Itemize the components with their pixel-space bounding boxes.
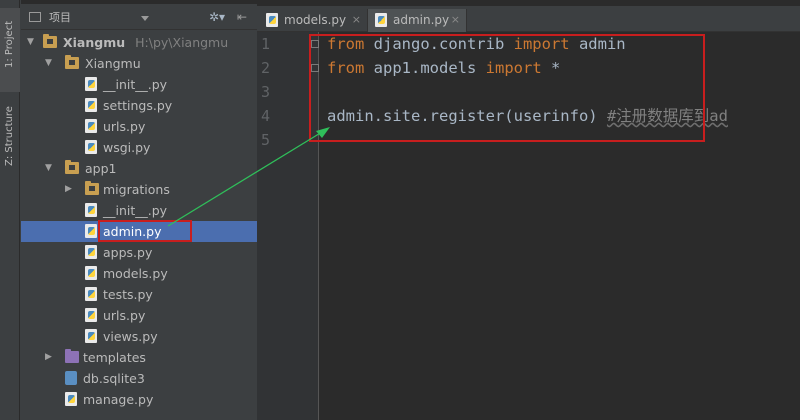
tab-label: admin.py xyxy=(393,13,450,27)
tree-item-migrations[interactable]: ▶ migrations xyxy=(21,179,257,200)
expand-arrow-icon[interactable]: ▼ xyxy=(45,53,52,74)
python-file-icon xyxy=(85,308,97,322)
tree-item-file[interactable]: settings.py xyxy=(21,95,257,116)
tree-item-app1-package[interactable]: ▼ app1 xyxy=(21,158,257,179)
python-file-icon xyxy=(85,77,97,91)
tree-item-label: __init__.py xyxy=(103,77,168,92)
chevron-down-icon xyxy=(141,16,149,21)
tree-item-label: tests.py xyxy=(103,287,153,302)
project-view-icon xyxy=(29,12,41,22)
expand-arrow-icon[interactable]: ▶ xyxy=(65,179,72,200)
python-file-icon xyxy=(85,266,97,280)
tree-item-file[interactable]: urls.py xyxy=(21,116,257,137)
tree-item-label: migrations xyxy=(103,182,170,197)
tree-item-file[interactable]: tests.py xyxy=(21,284,257,305)
admin-file-highlight-box xyxy=(98,220,192,242)
project-view-label: 项目 xyxy=(49,11,71,24)
python-file-icon xyxy=(85,329,97,343)
code-highlight-box xyxy=(309,34,705,142)
python-file-icon xyxy=(65,392,77,406)
folder-icon xyxy=(85,181,99,195)
tree-item-label: templates xyxy=(83,350,146,365)
tree-item-file[interactable]: models.py xyxy=(21,263,257,284)
tab-label: models.py xyxy=(284,13,347,27)
line-number: 1 xyxy=(260,35,270,53)
project-panel-header: 项目 ✲▾ ⇤ xyxy=(21,6,257,30)
tree-item-label: db.sqlite3 xyxy=(83,371,145,386)
line-number: 4 xyxy=(260,107,270,125)
tree-item-label: models.py xyxy=(103,266,168,281)
folder-icon xyxy=(43,34,57,48)
line-number: 2 xyxy=(260,59,270,77)
tree-item-path: H:\py\Xiangmu xyxy=(135,35,229,50)
python-file-icon xyxy=(85,287,97,301)
tree-item-label: settings.py xyxy=(103,98,173,113)
tab-admin-py[interactable]: admin.py × xyxy=(367,9,467,32)
python-file-icon xyxy=(375,13,387,27)
python-file-icon xyxy=(85,203,97,217)
tree-item-root-project[interactable]: ▼ Xiangmu H:\py\Xiangmu xyxy=(21,32,257,53)
collapse-icon[interactable]: ⇤ xyxy=(237,10,247,24)
folder-icon xyxy=(65,160,79,174)
tool-window-strip: 1: Project Z: Structure xyxy=(0,0,20,420)
tree-item-label: Xiangmu xyxy=(85,56,141,71)
python-file-icon xyxy=(85,224,97,238)
tree-item-xiangmu-package[interactable]: ▼ Xiangmu xyxy=(21,53,257,74)
python-file-icon xyxy=(85,98,97,112)
folder-icon xyxy=(65,349,79,363)
expand-arrow-icon[interactable]: ▶ xyxy=(45,347,52,368)
line-number: 3 xyxy=(260,83,270,101)
project-view-selector[interactable]: 项目 xyxy=(29,9,153,27)
tree-item-label: views.py xyxy=(103,329,158,344)
tree-item-label: urls.py xyxy=(103,308,146,323)
close-icon[interactable]: × xyxy=(451,9,460,31)
python-file-icon xyxy=(266,13,278,27)
project-tool-tab[interactable]: 1: Project xyxy=(0,8,20,92)
tree-item-label: __init__.py xyxy=(103,203,168,218)
tree-item-label: apps.py xyxy=(103,245,153,260)
line-number: 5 xyxy=(260,131,270,149)
tree-item-templates[interactable]: ▶ templates xyxy=(21,347,257,368)
project-panel: 项目 ✲▾ ⇤ ▼ Xiangmu H:\py\Xiangmu ▼ Xiangmu… xyxy=(21,0,276,420)
structure-tool-tab-label: Z: Structure xyxy=(4,106,15,166)
expand-arrow-icon[interactable]: ▼ xyxy=(45,158,52,179)
python-file-icon xyxy=(85,140,97,154)
tree-item-file[interactable]: urls.py xyxy=(21,305,257,326)
tree-item-file[interactable]: apps.py xyxy=(21,242,257,263)
project-tool-tab-label: 1: Project xyxy=(4,20,15,68)
tree-item-label: app1 xyxy=(85,161,117,176)
structure-tool-tab[interactable]: Z: Structure xyxy=(0,106,20,184)
tree-item-file[interactable]: __init__.py xyxy=(21,74,257,95)
expand-arrow-icon[interactable]: ▼ xyxy=(27,32,34,53)
python-file-icon xyxy=(85,119,97,133)
tree-item-label: urls.py xyxy=(103,119,146,134)
editor-tab-bar: models.py × admin.py × xyxy=(257,6,800,32)
tree-item-file[interactable]: views.py xyxy=(21,326,257,347)
tree-item-label: wsgi.py xyxy=(103,140,151,155)
panel-top-edge xyxy=(21,0,257,4)
tree-item-file[interactable]: manage.py xyxy=(21,389,257,410)
tree-item-file[interactable]: __init__.py xyxy=(21,200,257,221)
python-file-icon xyxy=(85,245,97,259)
tree-item-file[interactable]: wsgi.py xyxy=(21,137,257,158)
folder-icon xyxy=(65,55,79,69)
close-icon[interactable]: × xyxy=(352,9,361,31)
database-file-icon xyxy=(65,371,77,385)
tree-item-file[interactable]: db.sqlite3 xyxy=(21,368,257,389)
tree-item-label: manage.py xyxy=(83,392,154,407)
gear-icon[interactable]: ✲▾ xyxy=(209,10,225,24)
tab-models-py[interactable]: models.py × xyxy=(259,9,367,32)
tree-item-label: Xiangmu xyxy=(63,35,126,50)
